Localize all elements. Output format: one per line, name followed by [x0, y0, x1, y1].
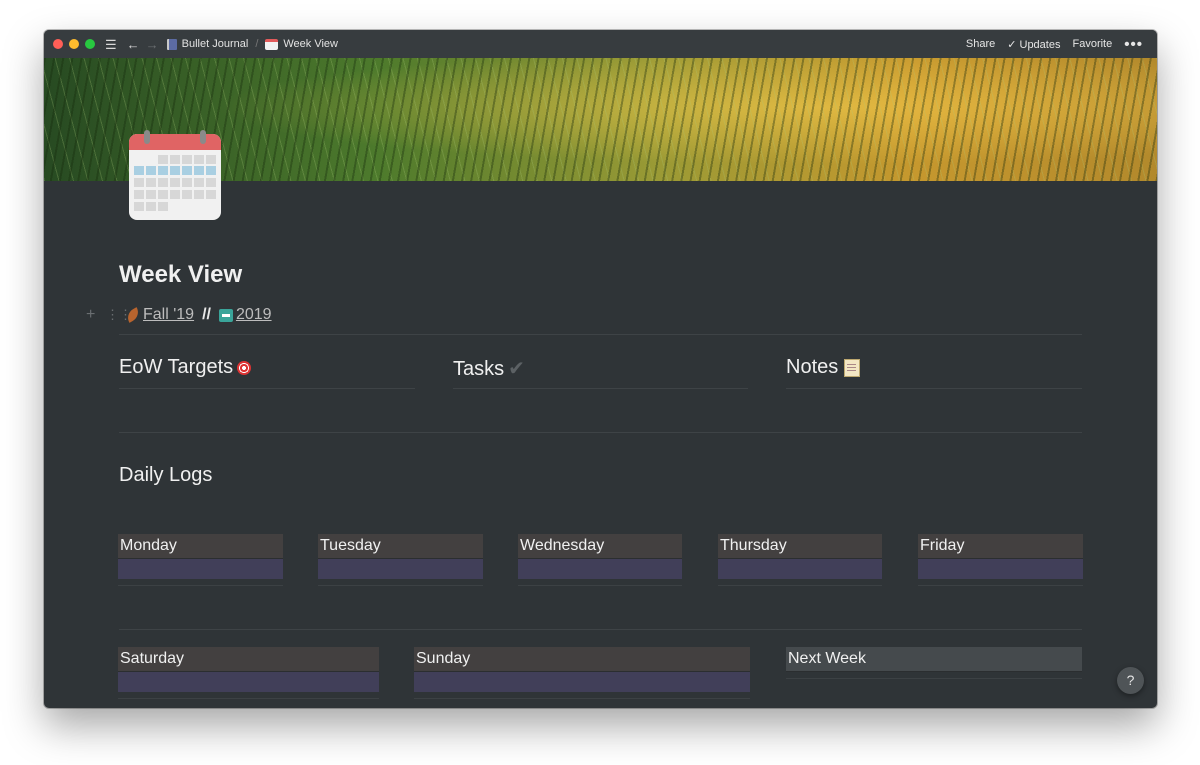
link-fall-19[interactable]: Fall '19: [143, 306, 194, 324]
day-monday[interactable]: Monday: [118, 534, 283, 586]
heading-notes-label: Notes: [786, 356, 839, 378]
divider: [414, 698, 750, 699]
divider: [718, 585, 882, 586]
day-header[interactable]: Friday: [918, 534, 1083, 559]
divider: [118, 698, 379, 699]
heading-daily-logs: Daily Logs: [119, 464, 213, 486]
next-week-header[interactable]: Next Week: [786, 647, 1082, 672]
forward-arrow-icon[interactable]: →: [146, 38, 159, 51]
day-thursday[interactable]: Thursday: [718, 534, 882, 586]
day-header[interactable]: Wednesday: [518, 534, 682, 559]
calendar-icon: [218, 308, 233, 322]
help-button[interactable]: ?: [1117, 667, 1144, 694]
drag-handle-icon[interactable]: ⋮⋮: [106, 307, 132, 323]
updates-button[interactable]: ✓ Updates: [1007, 38, 1060, 51]
sidebar-menu-icon[interactable]: ☰: [105, 38, 117, 51]
heading-notes: Notes: [786, 356, 861, 379]
day-tuesday[interactable]: Tuesday: [318, 534, 483, 586]
day-body[interactable]: [518, 559, 682, 579]
divider: [118, 585, 283, 586]
day-body[interactable]: [318, 559, 483, 579]
titlebar-actions: Share ✓ Updates Favorite •••: [966, 36, 1143, 53]
breadcrumb-separator: /: [255, 38, 259, 50]
divider: [918, 585, 1083, 586]
day-friday[interactable]: Friday: [918, 534, 1083, 586]
day-header[interactable]: Monday: [118, 534, 283, 559]
day-header[interactable]: Thursday: [718, 534, 882, 559]
target-icon: [237, 360, 252, 375]
close-window-button[interactable]: [53, 39, 63, 49]
divider: [786, 388, 1082, 389]
heading-tasks-label: Tasks: [453, 358, 505, 380]
heading-tasks: Tasks ✔: [453, 356, 525, 381]
breadcrumb-week-view[interactable]: Week View: [283, 38, 338, 50]
divider: [318, 585, 483, 586]
day-body[interactable]: [414, 672, 750, 692]
day-body[interactable]: [918, 559, 1083, 579]
more-options-icon[interactable]: •••: [1124, 36, 1143, 53]
check-icon: ✓: [1007, 38, 1017, 51]
day-body[interactable]: [718, 559, 882, 579]
next-week-block[interactable]: Next Week: [786, 647, 1082, 679]
divider: [119, 432, 1082, 433]
favorite-button[interactable]: Favorite: [1072, 38, 1112, 50]
minimize-window-button[interactable]: [69, 39, 79, 49]
page-title[interactable]: Week View: [119, 261, 242, 289]
divider: [119, 334, 1082, 335]
day-body[interactable]: [118, 672, 379, 692]
breadcrumb-bullet-journal[interactable]: Bullet Journal: [182, 38, 249, 50]
app-window: ☰ ← → Bullet Journal / Week View Share ✓…: [44, 30, 1157, 708]
day-header[interactable]: Tuesday: [318, 534, 483, 559]
breadcrumb: Bullet Journal / Week View: [166, 38, 338, 50]
share-button[interactable]: Share: [966, 38, 995, 50]
window-controls: [53, 39, 95, 49]
divider: [119, 388, 415, 389]
heading-eow-targets-label: EoW Targets: [119, 356, 234, 378]
day-header[interactable]: Sunday: [414, 647, 750, 672]
titlebar: ☰ ← → Bullet Journal / Week View Share ✓…: [44, 30, 1157, 59]
divider: [518, 585, 682, 586]
back-arrow-icon[interactable]: ←: [127, 38, 140, 51]
checkmark-icon: ✔: [508, 358, 525, 380]
maximize-window-button[interactable]: [85, 39, 95, 49]
divider: [453, 388, 748, 389]
notebook-icon: [166, 38, 177, 50]
heading-eow-targets: EoW Targets: [119, 356, 252, 379]
calendar-icon: [265, 38, 279, 50]
divider: [119, 629, 1082, 630]
link-separator: //: [202, 306, 211, 323]
updates-label: Updates: [1019, 38, 1061, 51]
memo-icon: [844, 358, 861, 377]
day-wednesday[interactable]: Wednesday: [518, 534, 682, 586]
link-row: + ⋮⋮ Fall '19 // 2019: [86, 306, 272, 324]
divider: [786, 678, 1082, 679]
day-saturday[interactable]: Saturday: [118, 647, 379, 699]
add-block-icon[interactable]: +: [86, 306, 106, 324]
day-sunday[interactable]: Sunday: [414, 647, 750, 699]
link-2019[interactable]: 2019: [236, 306, 272, 324]
day-header[interactable]: Saturday: [118, 647, 379, 672]
page-content: Week View + ⋮⋮ Fall '19 // 2019 EoW Targ…: [44, 181, 1157, 708]
day-body[interactable]: [118, 559, 283, 579]
